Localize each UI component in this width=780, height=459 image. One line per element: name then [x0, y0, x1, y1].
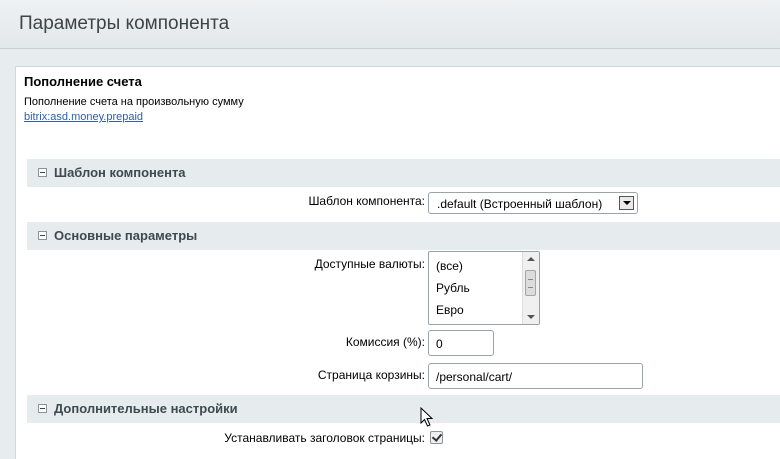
- list-option[interactable]: Евро: [436, 303, 464, 317]
- cart-page-input[interactable]: /personal/cart/: [428, 363, 643, 389]
- dialog-content: Пополнение счета Пополнение счета на про…: [15, 66, 780, 459]
- cart-page-value: /personal/cart/: [436, 370, 513, 384]
- section-title: Основные параметры: [54, 228, 198, 243]
- list-option[interactable]: Рубль: [436, 281, 470, 295]
- list-option[interactable]: (все): [436, 259, 463, 273]
- component-description: Пополнение счета на произвольную сумму: [24, 96, 244, 108]
- scroll-thumb[interactable]: [525, 270, 536, 296]
- currencies-label: Доступные валюты:: [314, 257, 425, 271]
- scroll-down-arrow-icon[interactable]: [527, 315, 535, 319]
- set-title-label: Устанавливать заголовок страницы:: [224, 431, 425, 445]
- mouse-cursor-icon: [420, 407, 434, 427]
- section-title: Дополнительные настройки: [54, 401, 238, 416]
- template-select-value: .default (Встроенный шаблон): [437, 197, 603, 211]
- component-name: Пополнение счета: [24, 74, 142, 89]
- section-main-header[interactable]: Основные параметры: [27, 222, 780, 250]
- currencies-listbox[interactable]: (все) Рубль Евро: [428, 251, 540, 325]
- section-title: Шаблон компонента: [54, 165, 186, 180]
- template-label: Шаблон компонента:: [308, 194, 425, 208]
- window-titlebar: Параметры компонента: [0, 0, 780, 49]
- section-template-header[interactable]: Шаблон компонента: [27, 159, 780, 187]
- commission-input[interactable]: 0: [428, 330, 494, 356]
- listbox-scrollbar[interactable]: [522, 252, 539, 324]
- commission-label: Комиссия (%):: [345, 335, 425, 349]
- collapse-icon[interactable]: [38, 404, 47, 413]
- section-additional-header[interactable]: Дополнительные настройки: [27, 395, 780, 423]
- collapse-icon[interactable]: [38, 168, 47, 177]
- scroll-up-arrow-icon[interactable]: [527, 257, 535, 261]
- window-title: Параметры компонента: [19, 13, 230, 34]
- collapse-icon[interactable]: [38, 231, 47, 240]
- template-select[interactable]: .default (Встроенный шаблон): [428, 192, 638, 214]
- commission-value: 0: [436, 337, 443, 351]
- cart-page-label: Страница корзины:: [317, 368, 425, 382]
- set-title-checkbox[interactable]: [430, 431, 443, 444]
- component-id-link[interactable]: bitrix:asd.money.prepaid: [24, 111, 143, 123]
- chevron-down-icon[interactable]: [619, 196, 634, 210]
